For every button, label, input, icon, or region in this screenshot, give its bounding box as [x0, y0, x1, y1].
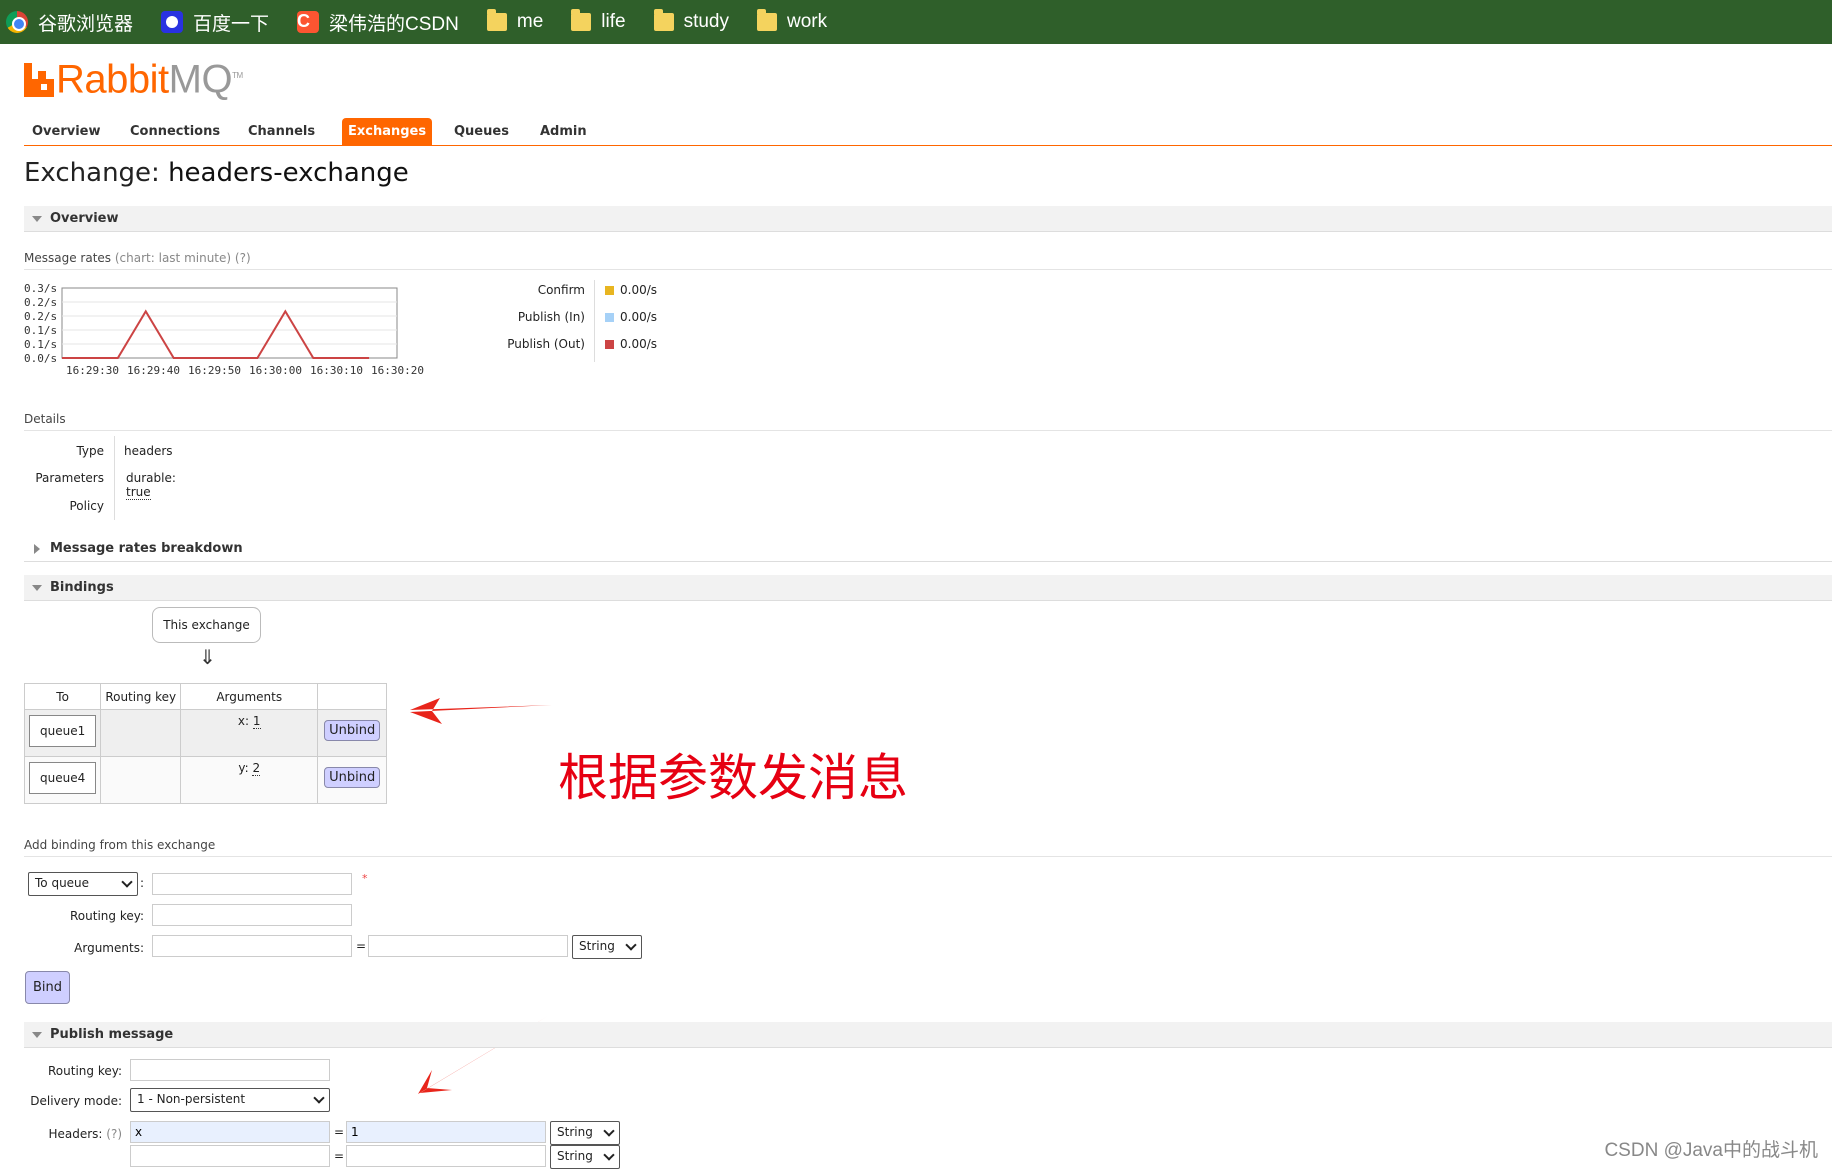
header-key-input[interactable] [130, 1145, 330, 1167]
destination-type-select[interactable]: To queue [28, 872, 138, 896]
binding-arguments-label: Arguments: [74, 941, 144, 955]
chevron-down-icon [121, 876, 133, 888]
delivery-mode-select[interactable]: 1 - Non-persistent [130, 1088, 330, 1112]
section-publish-message-toggle[interactable]: Publish message [24, 1022, 1832, 1048]
binding-routing-key-label: Routing key: [70, 909, 144, 923]
annotation-text: 根据参数发消息 [558, 749, 908, 807]
bind-button[interactable]: Bind [25, 971, 70, 1004]
header-key-input[interactable] [130, 1121, 330, 1143]
delivery-mode-label: Delivery mode: [30, 1094, 122, 1108]
publish-routing-key-label: Routing key: [48, 1064, 122, 1078]
watermark: CSDN @Java中的战斗机 [1604, 1140, 1818, 1161]
red-arrow-icon [410, 698, 552, 724]
add-binding-heading: Add binding from this exchange [24, 838, 1832, 857]
publish-routing-key-input[interactable] [130, 1059, 330, 1081]
chevron-down-icon [313, 1092, 325, 1104]
headers-label: Headers: (?) [48, 1127, 122, 1141]
binding-arg-key-input[interactable] [152, 935, 352, 957]
headers-help[interactable]: (?) [106, 1127, 122, 1141]
chevron-down-icon [603, 1125, 615, 1137]
chevron-down-icon [603, 1149, 615, 1161]
annotation-arrows [410, 698, 552, 1094]
binding-arg-type-select[interactable]: String [572, 935, 642, 959]
header-type-select[interactable]: String [550, 1121, 620, 1145]
binding-routing-key-input[interactable] [152, 904, 352, 926]
required-mark: * [362, 872, 368, 885]
collapse-triangle-icon [32, 1032, 42, 1038]
header-value-input[interactable] [346, 1121, 546, 1143]
chevron-down-icon [625, 939, 637, 951]
header-type-select[interactable]: String [550, 1145, 620, 1169]
destination-input[interactable] [152, 873, 352, 895]
binding-arg-value-input[interactable] [368, 935, 568, 957]
header-value-input[interactable] [346, 1145, 546, 1167]
